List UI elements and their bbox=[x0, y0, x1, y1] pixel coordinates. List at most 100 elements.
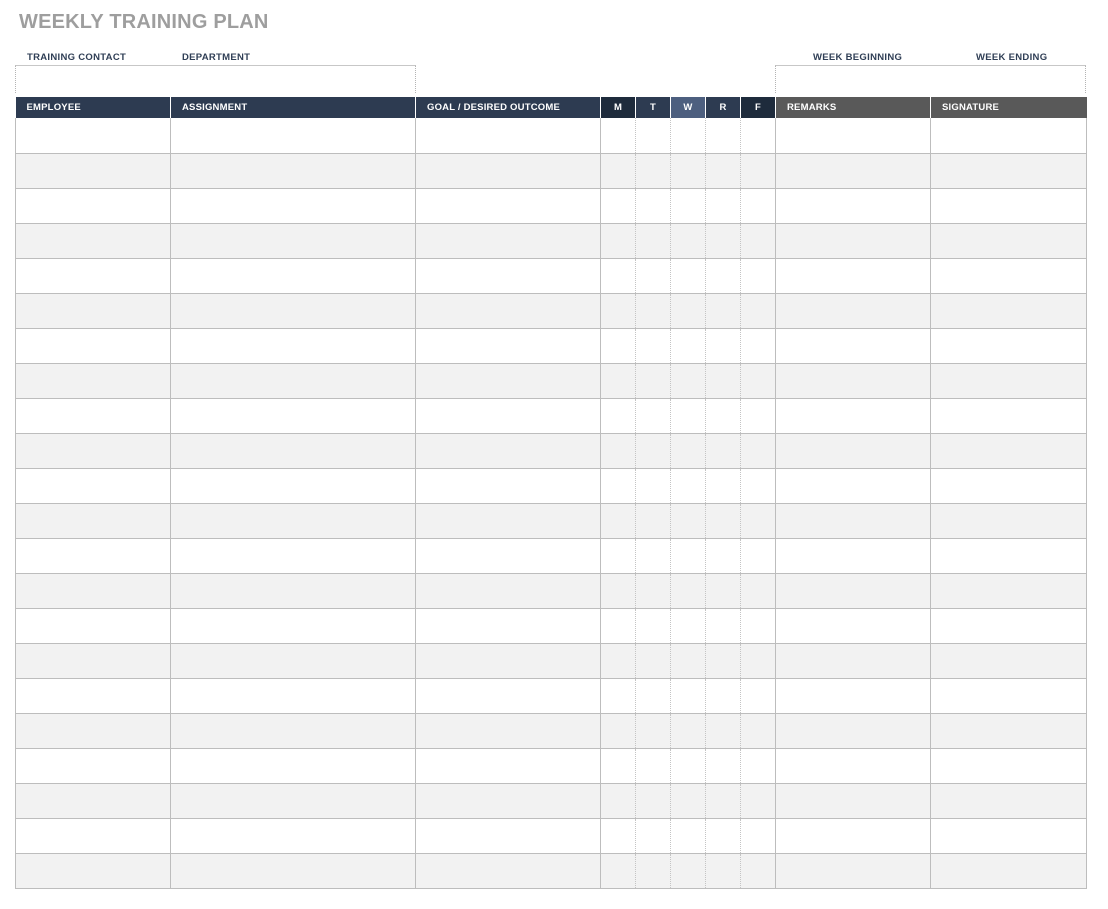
department-field[interactable] bbox=[170, 65, 416, 93]
remarks-cell[interactable] bbox=[775, 258, 931, 294]
employee-cell[interactable] bbox=[15, 678, 171, 714]
goal-cell[interactable] bbox=[415, 153, 601, 189]
friday-cell[interactable] bbox=[740, 853, 776, 889]
employee-cell[interactable] bbox=[15, 713, 171, 749]
wednesday-cell[interactable] bbox=[670, 643, 706, 679]
goal-cell[interactable] bbox=[415, 713, 601, 749]
assignment-cell[interactable] bbox=[170, 678, 416, 714]
wednesday-cell[interactable] bbox=[670, 258, 706, 294]
remarks-cell[interactable] bbox=[775, 398, 931, 434]
wednesday-cell[interactable] bbox=[670, 223, 706, 259]
signature-cell[interactable] bbox=[930, 818, 1087, 854]
week-ending-field[interactable] bbox=[930, 65, 1086, 93]
goal-cell[interactable] bbox=[415, 118, 601, 154]
signature-cell[interactable] bbox=[930, 713, 1087, 749]
wednesday-cell[interactable] bbox=[670, 538, 706, 574]
friday-cell[interactable] bbox=[740, 188, 776, 224]
employee-cell[interactable] bbox=[15, 538, 171, 574]
goal-cell[interactable] bbox=[415, 433, 601, 469]
goal-cell[interactable] bbox=[415, 258, 601, 294]
wednesday-cell[interactable] bbox=[670, 783, 706, 819]
monday-cell[interactable] bbox=[600, 468, 636, 504]
tuesday-cell[interactable] bbox=[635, 363, 671, 399]
monday-cell[interactable] bbox=[600, 608, 636, 644]
signature-cell[interactable] bbox=[930, 608, 1087, 644]
goal-cell[interactable] bbox=[415, 538, 601, 574]
friday-cell[interactable] bbox=[740, 503, 776, 539]
training-contact-field[interactable] bbox=[15, 65, 171, 93]
remarks-cell[interactable] bbox=[775, 573, 931, 609]
tuesday-cell[interactable] bbox=[635, 818, 671, 854]
employee-cell[interactable] bbox=[15, 608, 171, 644]
goal-cell[interactable] bbox=[415, 503, 601, 539]
remarks-cell[interactable] bbox=[775, 748, 931, 784]
signature-cell[interactable] bbox=[930, 188, 1087, 224]
employee-cell[interactable] bbox=[15, 293, 171, 329]
assignment-cell[interactable] bbox=[170, 853, 416, 889]
thursday-cell[interactable] bbox=[705, 328, 741, 364]
goal-cell[interactable] bbox=[415, 188, 601, 224]
monday-cell[interactable] bbox=[600, 643, 636, 679]
signature-cell[interactable] bbox=[930, 643, 1087, 679]
thursday-cell[interactable] bbox=[705, 363, 741, 399]
employee-cell[interactable] bbox=[15, 818, 171, 854]
tuesday-cell[interactable] bbox=[635, 643, 671, 679]
monday-cell[interactable] bbox=[600, 188, 636, 224]
signature-cell[interactable] bbox=[930, 538, 1087, 574]
remarks-cell[interactable] bbox=[775, 188, 931, 224]
monday-cell[interactable] bbox=[600, 783, 636, 819]
wednesday-cell[interactable] bbox=[670, 153, 706, 189]
thursday-cell[interactable] bbox=[705, 608, 741, 644]
monday-cell[interactable] bbox=[600, 293, 636, 329]
assignment-cell[interactable] bbox=[170, 363, 416, 399]
assignment-cell[interactable] bbox=[170, 608, 416, 644]
remarks-cell[interactable] bbox=[775, 328, 931, 364]
monday-cell[interactable] bbox=[600, 223, 636, 259]
signature-cell[interactable] bbox=[930, 678, 1087, 714]
monday-cell[interactable] bbox=[600, 258, 636, 294]
employee-cell[interactable] bbox=[15, 118, 171, 154]
monday-cell[interactable] bbox=[600, 853, 636, 889]
signature-cell[interactable] bbox=[930, 398, 1087, 434]
tuesday-cell[interactable] bbox=[635, 153, 671, 189]
remarks-cell[interactable] bbox=[775, 118, 931, 154]
goal-cell[interactable] bbox=[415, 748, 601, 784]
tuesday-cell[interactable] bbox=[635, 853, 671, 889]
monday-cell[interactable] bbox=[600, 503, 636, 539]
assignment-cell[interactable] bbox=[170, 468, 416, 504]
assignment-cell[interactable] bbox=[170, 328, 416, 364]
employee-cell[interactable] bbox=[15, 258, 171, 294]
tuesday-cell[interactable] bbox=[635, 538, 671, 574]
remarks-cell[interactable] bbox=[775, 643, 931, 679]
tuesday-cell[interactable] bbox=[635, 608, 671, 644]
remarks-cell[interactable] bbox=[775, 223, 931, 259]
thursday-cell[interactable] bbox=[705, 398, 741, 434]
thursday-cell[interactable] bbox=[705, 503, 741, 539]
monday-cell[interactable] bbox=[600, 678, 636, 714]
friday-cell[interactable] bbox=[740, 573, 776, 609]
goal-cell[interactable] bbox=[415, 363, 601, 399]
thursday-cell[interactable] bbox=[705, 713, 741, 749]
goal-cell[interactable] bbox=[415, 853, 601, 889]
goal-cell[interactable] bbox=[415, 223, 601, 259]
tuesday-cell[interactable] bbox=[635, 713, 671, 749]
assignment-cell[interactable] bbox=[170, 538, 416, 574]
thursday-cell[interactable] bbox=[705, 293, 741, 329]
monday-cell[interactable] bbox=[600, 118, 636, 154]
signature-cell[interactable] bbox=[930, 468, 1087, 504]
thursday-cell[interactable] bbox=[705, 433, 741, 469]
employee-cell[interactable] bbox=[15, 783, 171, 819]
employee-cell[interactable] bbox=[15, 363, 171, 399]
friday-cell[interactable] bbox=[740, 223, 776, 259]
wednesday-cell[interactable] bbox=[670, 678, 706, 714]
goal-cell[interactable] bbox=[415, 468, 601, 504]
employee-cell[interactable] bbox=[15, 398, 171, 434]
thursday-cell[interactable] bbox=[705, 748, 741, 784]
friday-cell[interactable] bbox=[740, 678, 776, 714]
wednesday-cell[interactable] bbox=[670, 468, 706, 504]
assignment-cell[interactable] bbox=[170, 713, 416, 749]
goal-cell[interactable] bbox=[415, 293, 601, 329]
wednesday-cell[interactable] bbox=[670, 818, 706, 854]
thursday-cell[interactable] bbox=[705, 188, 741, 224]
friday-cell[interactable] bbox=[740, 538, 776, 574]
